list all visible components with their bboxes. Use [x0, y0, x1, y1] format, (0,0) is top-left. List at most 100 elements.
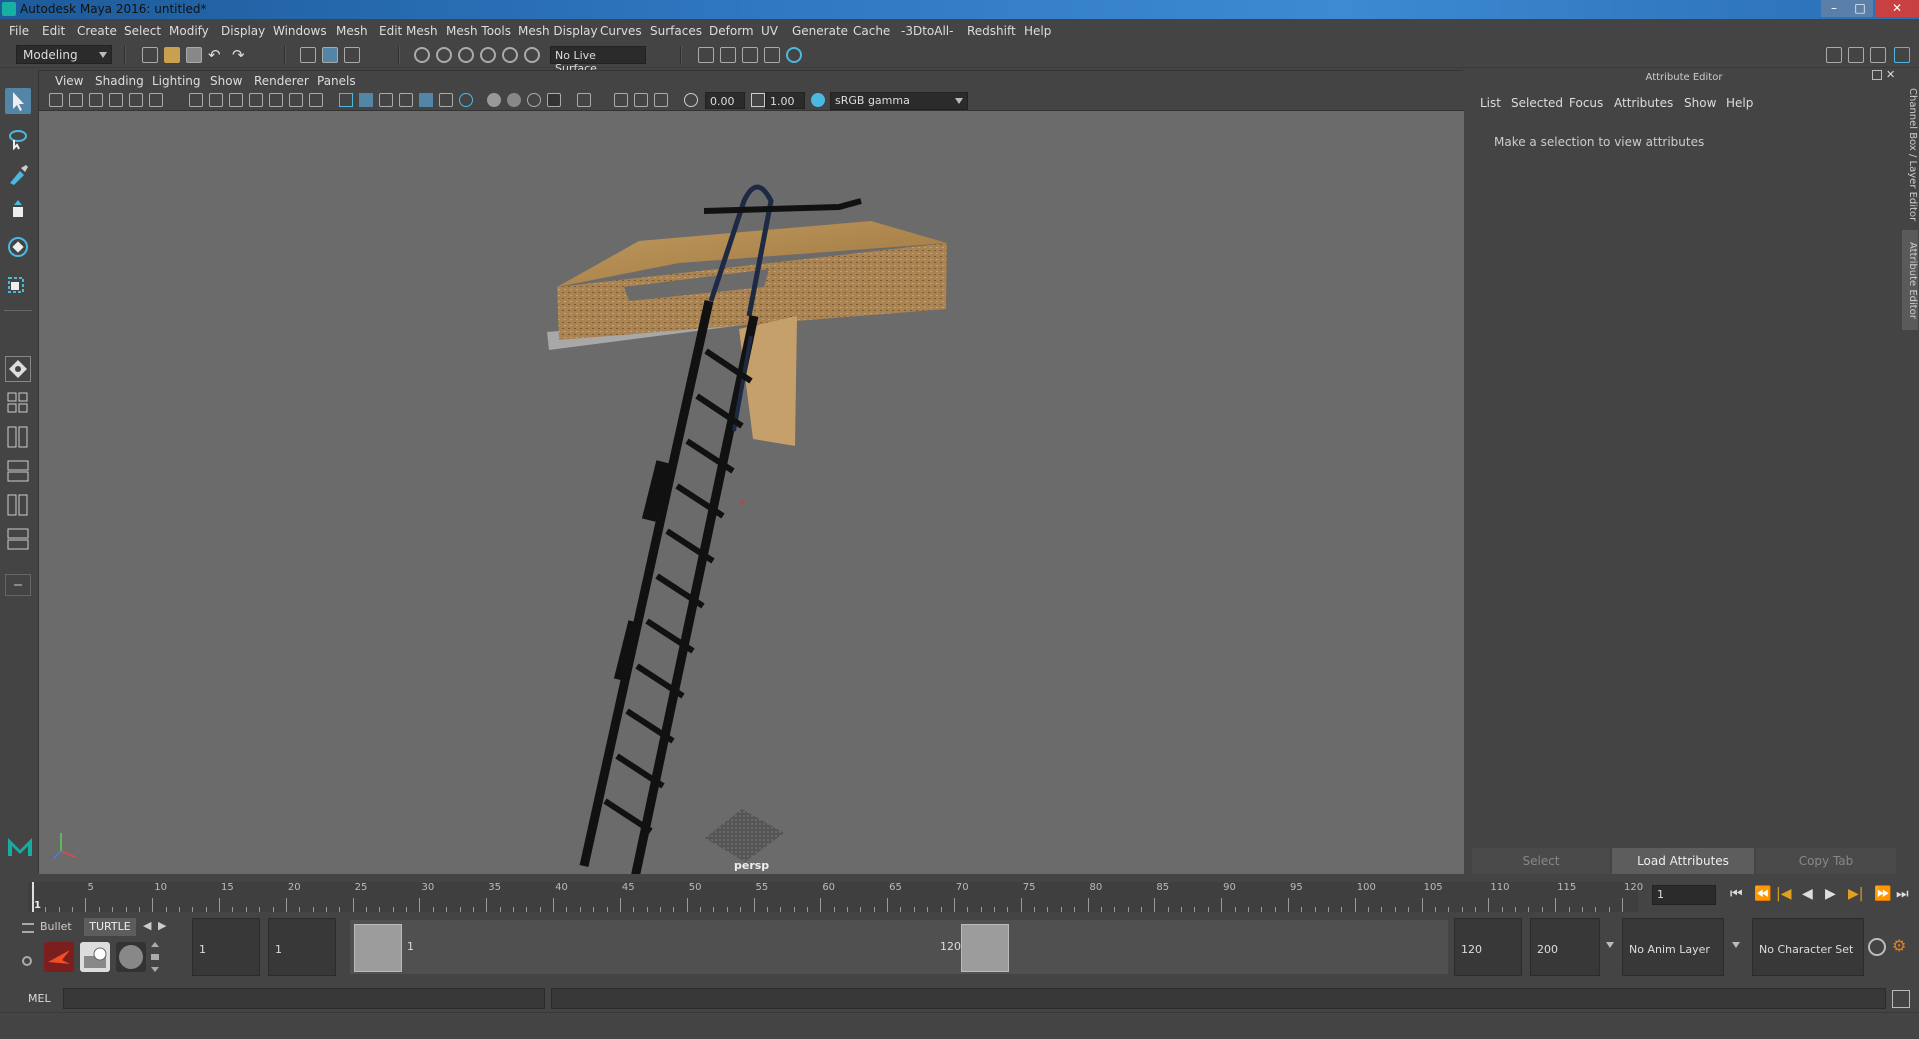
snap-bake-icon[interactable]	[524, 47, 540, 63]
tool-settings-icon[interactable]	[1870, 47, 1886, 63]
camera-attributes-icon[interactable]	[69, 93, 83, 107]
2d-pan-zoom-icon[interactable]	[129, 93, 143, 107]
render-frame-icon[interactable]	[720, 47, 736, 63]
auto-keyframe-icon[interactable]	[1868, 938, 1886, 956]
shelf-tab-bullet[interactable]: Bullet	[40, 920, 72, 933]
script-language-label[interactable]: MEL	[28, 992, 51, 1005]
step-forward-key-icon[interactable]: ⏩	[1874, 886, 1891, 902]
channel-box-toggle-icon[interactable]	[1894, 47, 1910, 63]
use-default-material-icon[interactable]	[379, 93, 393, 107]
isolate-select-icon[interactable]	[577, 93, 591, 107]
paint-select-tool-icon[interactable]	[5, 162, 31, 188]
copy-tab-button[interactable]: Copy Tab	[1756, 848, 1896, 874]
menu-modify[interactable]: Modify	[169, 24, 209, 38]
attr-menu-selected[interactable]: Selected	[1511, 96, 1563, 110]
playback-start-field[interactable]: 1	[268, 918, 336, 976]
gamma-icon[interactable]	[751, 93, 765, 107]
render-view-icon[interactable]	[764, 47, 780, 63]
turtle-surface-icon[interactable]	[116, 942, 146, 972]
live-surface-field[interactable]: No Live Surface	[550, 46, 646, 75]
range-track[interactable]: 1 120	[350, 920, 1448, 974]
play-forwards-icon[interactable]: ▶	[1825, 886, 1836, 902]
layout-persp-hypershade-icon[interactable]	[5, 492, 31, 518]
layout-persp-render-icon[interactable]	[5, 526, 31, 552]
select-button[interactable]: Select	[1472, 848, 1610, 874]
timeline-track[interactable]: 1 5 10 15 20 25 30 35 40 45 50 55 60 65 70 75 80 85 90 95 10…	[28, 882, 1643, 912]
redo-icon[interactable]: ↷	[232, 46, 248, 64]
exposure-icon[interactable]	[684, 93, 698, 107]
motion-blur-icon[interactable]	[507, 93, 521, 107]
open-scene-icon[interactable]	[164, 47, 180, 63]
shelf-menu-icon[interactable]	[22, 923, 34, 933]
select-by-hierarchy-icon[interactable]	[300, 47, 316, 63]
script-editor-icon[interactable]	[1892, 990, 1910, 1008]
scale-tool-icon[interactable]	[5, 270, 31, 296]
snap-curve-icon[interactable]	[436, 47, 452, 63]
select-tool-icon[interactable]	[5, 88, 31, 114]
anim-layer-dropdown[interactable]: No Anim Layer	[1622, 918, 1724, 976]
menu-edit-mesh[interactable]: Edit Mesh	[379, 24, 438, 38]
undo-icon[interactable]: ↶	[208, 46, 224, 64]
textured-icon[interactable]	[419, 93, 433, 107]
xray-joints-icon[interactable]	[654, 93, 668, 107]
menu-generate[interactable]: Generate	[792, 24, 848, 38]
menu-deform[interactable]: Deform	[709, 24, 754, 38]
menu-uv[interactable]: UV	[761, 24, 778, 38]
menu-redshift[interactable]: Redshift	[967, 24, 1016, 38]
step-forward-frame-icon[interactable]: ▶|	[1848, 886, 1863, 902]
turtle-bake-icon[interactable]	[80, 942, 110, 972]
render-settings-icon[interactable]	[698, 47, 714, 63]
select-camera-icon[interactable]	[49, 93, 63, 107]
viewport-menu-shading[interactable]: Shading	[95, 74, 144, 88]
grease-pencil-icon[interactable]	[149, 93, 163, 107]
go-to-start-icon[interactable]: ⏮	[1730, 886, 1743, 902]
show-manipulator-icon[interactable]	[5, 356, 31, 382]
film-gate-icon[interactable]	[209, 93, 223, 107]
lasso-tool-icon[interactable]	[5, 126, 31, 152]
select-by-component-icon[interactable]	[344, 47, 360, 63]
viewport-menu-renderer[interactable]: Renderer	[254, 74, 309, 88]
wireframe-on-shaded-icon[interactable]	[399, 93, 413, 107]
grid-icon[interactable]	[189, 93, 203, 107]
play-backwards-icon[interactable]: ◀	[1802, 886, 1813, 902]
menu-set-dropdown[interactable]: Modeling	[16, 45, 112, 64]
attribute-editor-toggle-icon[interactable]	[1848, 47, 1864, 63]
hypershade-icon[interactable]	[786, 47, 802, 63]
menu-create[interactable]: Create	[77, 24, 117, 38]
resolution-gate-icon[interactable]	[229, 93, 243, 107]
safe-action-icon[interactable]	[289, 93, 303, 107]
animation-start-field[interactable]: 1	[192, 918, 260, 976]
menu-mesh-display[interactable]: Mesh Display	[518, 24, 598, 38]
turtle-render-icon[interactable]	[44, 942, 74, 972]
character-set-dropdown[interactable]: No Character Set	[1752, 918, 1864, 976]
image-plane-icon[interactable]	[109, 93, 123, 107]
exposure-field[interactable]: 0.00	[705, 92, 745, 109]
viewport-canvas[interactable]: persp	[39, 111, 1464, 874]
color-management-icon[interactable]	[811, 93, 825, 107]
gate-mask-icon[interactable]	[249, 93, 263, 107]
shelf-scroll-icon[interactable]	[150, 940, 160, 974]
gamma-field[interactable]: 1.00	[765, 92, 805, 109]
select-by-object-icon[interactable]	[322, 47, 338, 63]
viewport-menu-show[interactable]: Show	[210, 74, 242, 88]
layout-persp-outliner-icon[interactable]	[5, 424, 31, 450]
smooth-shade-icon[interactable]	[359, 93, 373, 107]
menu-3dtoall[interactable]: -3DtoAll-	[901, 24, 953, 38]
menu-file[interactable]: File	[9, 24, 29, 38]
shelf-tab-next-icon[interactable]: ▶	[158, 919, 166, 932]
shelf-settings-icon[interactable]	[22, 956, 32, 966]
menu-display[interactable]: Display	[221, 24, 265, 38]
maximize-button[interactable]: □	[1847, 0, 1873, 17]
step-back-key-icon[interactable]: ⏪	[1754, 886, 1771, 902]
safe-title-icon[interactable]	[309, 93, 323, 107]
menu-help[interactable]: Help	[1024, 24, 1051, 38]
more-layouts-icon[interactable]	[5, 574, 31, 596]
color-space-dropdown[interactable]: sRGB gamma	[830, 92, 968, 110]
step-back-frame-icon[interactable]: |◀	[1776, 886, 1791, 902]
screen-space-ao-icon[interactable]	[487, 93, 501, 107]
viewport-menu-panels[interactable]: Panels	[317, 74, 356, 88]
bookmark-icon[interactable]	[89, 93, 103, 107]
modeling-toolkit-icon[interactable]	[1826, 47, 1842, 63]
close-panel-icon[interactable]: ✕	[1886, 68, 1898, 81]
viewport-menu-lighting[interactable]: Lighting	[152, 74, 201, 88]
